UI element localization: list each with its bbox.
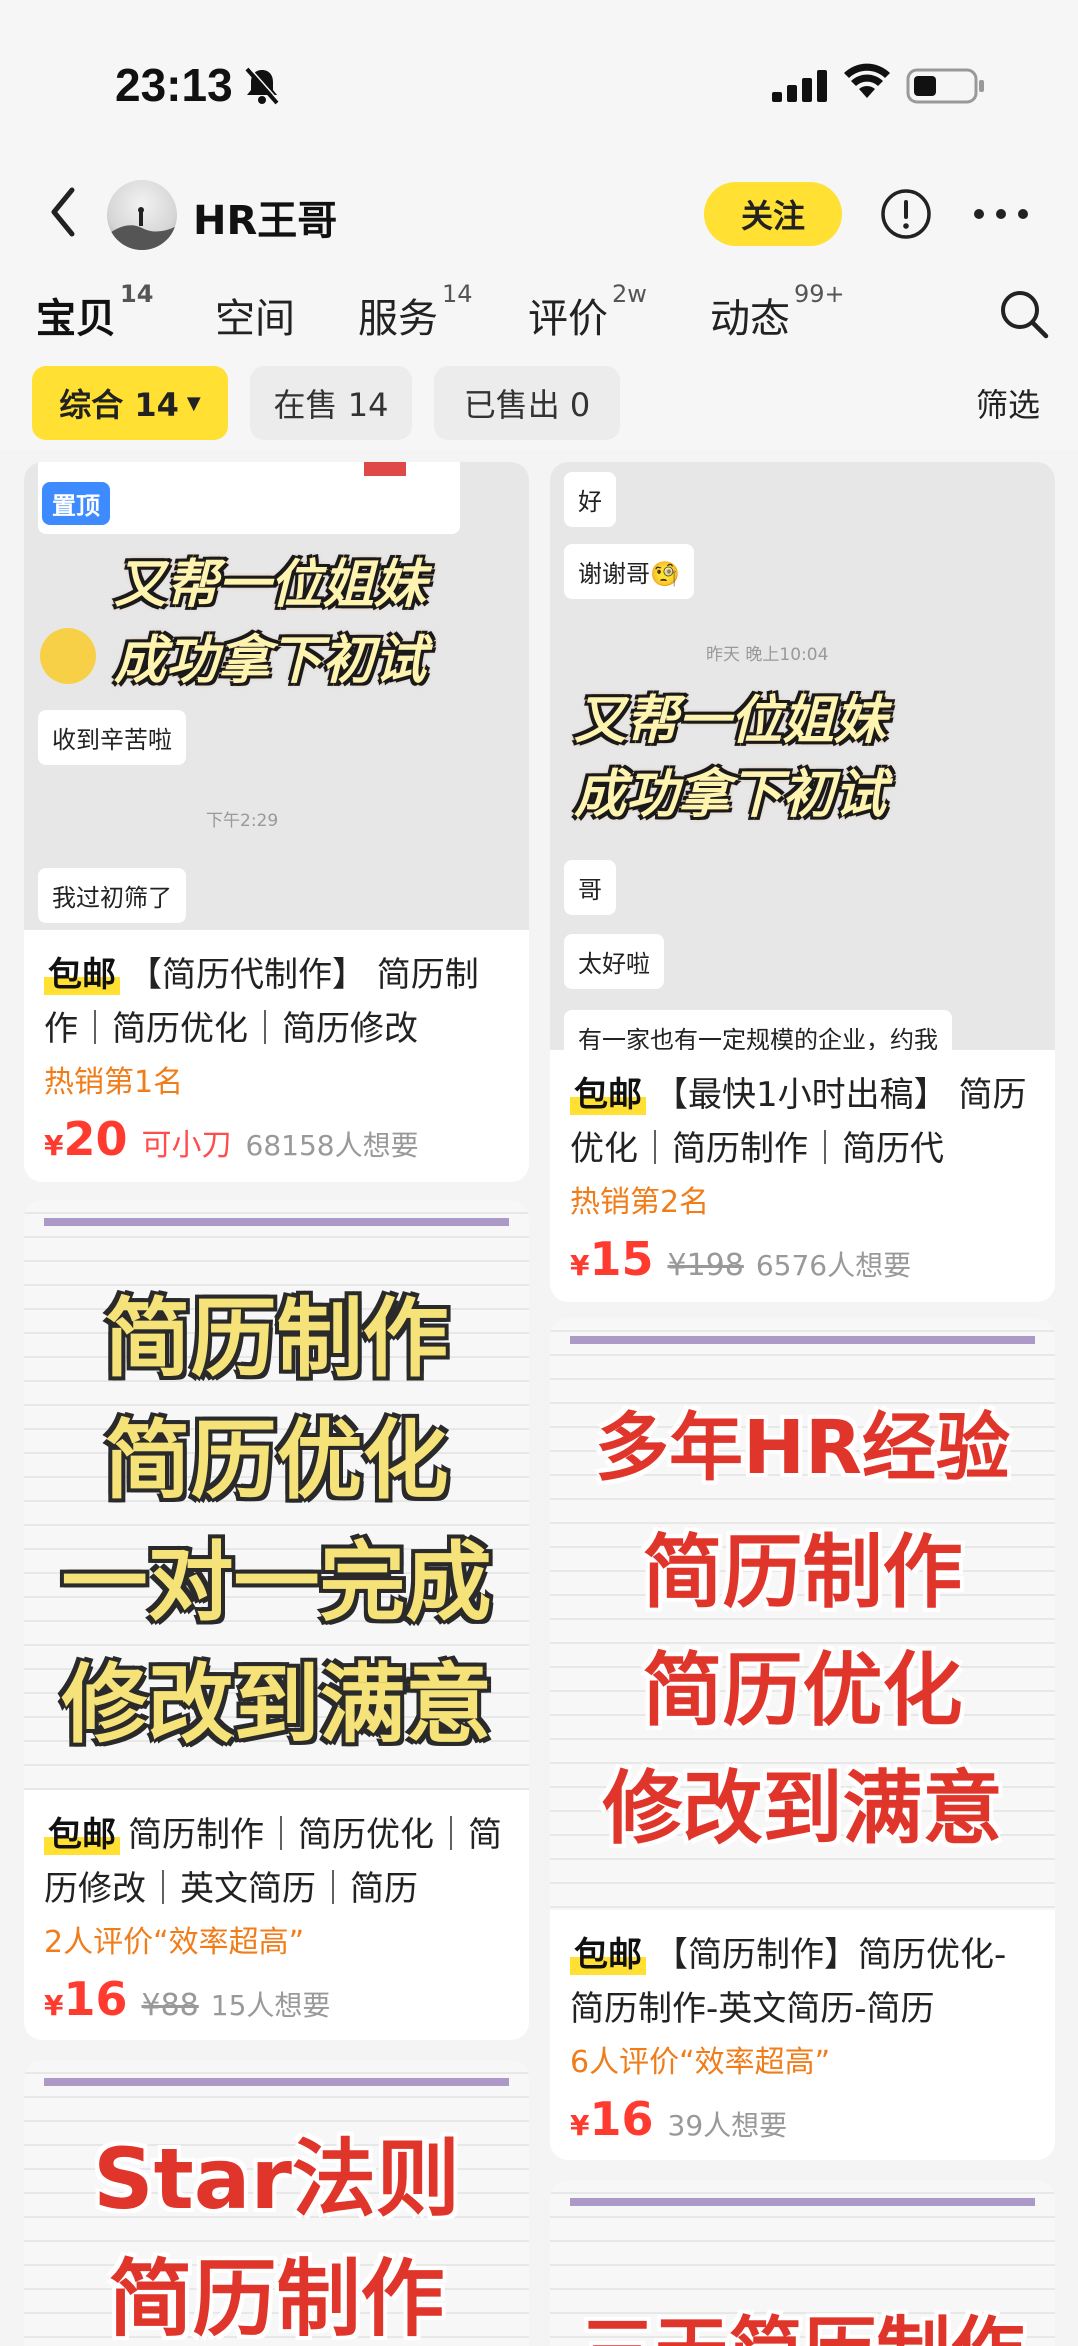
chat-bubble: 收到辛苦啦 [38,710,186,765]
price: 20 [63,1112,128,1166]
product-title: 包邮 【最快1小时出稿】 简历优化｜简历制作｜简历代 [570,1075,1027,1169]
overlay-text: Star法则 [93,2130,460,2228]
pinned-badge: 置顶 [42,482,110,525]
price-row: ¥ 20 可小刀 68158人想要 [44,1112,419,1166]
overlay-text: 简历制作 [108,2250,445,2346]
product-image: 简历制作 简历优化 一对一完成 修改到满意 [24,1200,529,1790]
overlay-text: 成功拿下初试 [114,631,427,691]
shop-tabs: 宝贝14 空间 服务14 评价2w 动态99+ [0,280,1078,350]
tab-reviews[interactable]: 评价2w [528,280,647,344]
shop-header: HR王哥 关注 [0,150,1078,280]
product-card[interactable]: 好 谢谢哥🧐 昨天 晚上10:04 又帮一位姐妹 成功拿下初试 哥 太好啦 有一… [550,462,1055,1302]
chat-bubble: 有一家也有一定规模的企业，约我 [564,1010,952,1050]
product-title: 包邮 【简历制作】简历优化-简历制作-英文简历-简历 [570,1935,1007,2029]
product-tag: 6人评价“效率超高” [570,2045,831,2080]
tab-services[interactable]: 服务14 [358,280,473,344]
overlay-text: 修改到满意 [602,1762,1003,1855]
price-row: ¥ 16 ¥88 15人想要 [44,1972,331,2026]
original-price: ¥88 [141,1988,199,2023]
back-arrow-icon[interactable] [48,184,78,244]
filter-button[interactable]: 筛选 [976,380,1040,426]
product-card[interactable]: 置顶 又帮一位姐妹 成功拿下初试 收到辛苦啦 下午2:29 我过初筛了 包邮 【简… [24,462,529,1182]
free-shipping-badge: 包邮 [44,955,120,995]
free-shipping-badge: 包邮 [570,1075,646,1115]
search-icon[interactable] [998,288,1050,344]
chat-bubble: 好 [564,472,616,527]
wifi-icon [844,62,890,104]
chat-bubble: 太好啦 [564,934,664,989]
report-icon[interactable] [880,188,932,244]
tab-items[interactable]: 宝贝14 [36,280,153,350]
follow-button[interactable]: 关注 [704,182,842,246]
signal-icon [772,70,828,106]
more-icon[interactable] [972,206,1030,225]
price-row: ¥ 15 ¥198 6576人想要 [570,1232,912,1286]
product-card[interactable]: 三天简历制作 [550,2180,1055,2346]
product-image: Star法则 简历制作 [24,2060,529,2346]
product-tag: 热销第2名 [570,1185,710,1220]
tab-space[interactable]: 空间 [215,286,295,344]
price-row: ¥ 16 39人想要 [570,2092,788,2146]
tab-activity[interactable]: 动态99+ [710,280,845,344]
bell-muted-icon [244,66,280,110]
product-tag: 热销第1名 [44,1065,184,1100]
overlay-text: 修改到满意 [61,1655,492,1755]
price: 15 [589,1232,654,1286]
caret-down-icon: ▼ [186,392,201,414]
chat-time: 昨天 晚上10:04 [706,645,829,665]
overlay-text: 成功拿下初试 [574,765,887,825]
product-title: 包邮 【简历代制作】 简历制作｜简历优化｜简历修改 [44,955,479,1049]
product-image: 置顶 又帮一位姐妹 成功拿下初试 收到辛苦啦 下午2:29 我过初筛了 [24,462,529,930]
battery-icon [906,66,986,110]
chat-bubble: 谢谢哥🧐 [564,544,694,599]
overlay-text: 三天简历制作 [550,2292,1055,2346]
product-image: 三天简历制作 [550,2180,1055,2346]
chat-bubble: 我过初筛了 [38,868,186,923]
overlay-text: 简历优化 [104,1411,449,1511]
free-shipping-badge: 包邮 [570,1935,646,1975]
chat-time: 下午2:29 [206,811,279,831]
filter-bar: 综合 14 ▼ 在售 14 已售出 0 筛选 [0,350,1078,450]
chip-on-sale[interactable]: 在售 14 [250,366,412,440]
overlay-text: 一对一完成 [61,1533,492,1633]
chip-comprehensive[interactable]: 综合 14 ▼ [32,366,228,440]
status-bar: 23:13 [0,0,1078,150]
wants-count: 15人想要 [210,1989,331,2022]
overlay-text: 简历制作 [642,1526,963,1619]
overlay-text: 多年HR经验 [595,1405,1010,1491]
chip-sold[interactable]: 已售出 0 [434,366,620,440]
overlay-text: 简历优化 [642,1644,963,1737]
overlay-text: 又帮一位姐妹 [574,691,887,751]
price: 16 [589,2092,654,2146]
product-image: 好 谢谢哥🧐 昨天 晚上10:04 又帮一位姐妹 成功拿下初试 哥 太好啦 有一… [550,462,1055,1050]
product-tag: 2人评价“效率超高” [44,1925,305,1960]
status-time: 23:13 [115,59,233,111]
price: 16 [63,1972,128,2026]
wants-count: 68158人想要 [245,1129,419,1162]
product-card[interactable]: Star法则 简历制作 [24,2060,529,2346]
overlay-text: 又帮一位姐妹 [114,555,427,615]
overlay-text: 简历制作 [104,1289,449,1389]
wants-count: 39人想要 [667,2109,788,2142]
shop-name[interactable]: HR王哥 [193,188,337,246]
bargain-label: 可小刀 [141,1128,232,1163]
emoji-icon [40,628,96,684]
original-price: ¥198 [667,1248,744,1283]
product-title: 包邮 简历制作｜简历优化｜简历修改｜英文简历｜简历 [44,1815,502,1909]
chat-bubble: 哥 [564,860,616,915]
product-card[interactable]: 多年HR经验 简历制作 简历优化 修改到满意 包邮 【简历制作】简历优化-简历制作… [550,1318,1055,2160]
wants-count: 6576人想要 [755,1249,912,1282]
free-shipping-badge: 包邮 [44,1815,120,1855]
product-image: 多年HR经验 简历制作 简历优化 修改到满意 [550,1318,1055,1910]
avatar[interactable] [107,180,177,250]
product-card[interactable]: 简历制作 简历优化 一对一完成 修改到满意 包邮 简历制作｜简历优化｜简历修改｜英… [24,1200,529,2040]
